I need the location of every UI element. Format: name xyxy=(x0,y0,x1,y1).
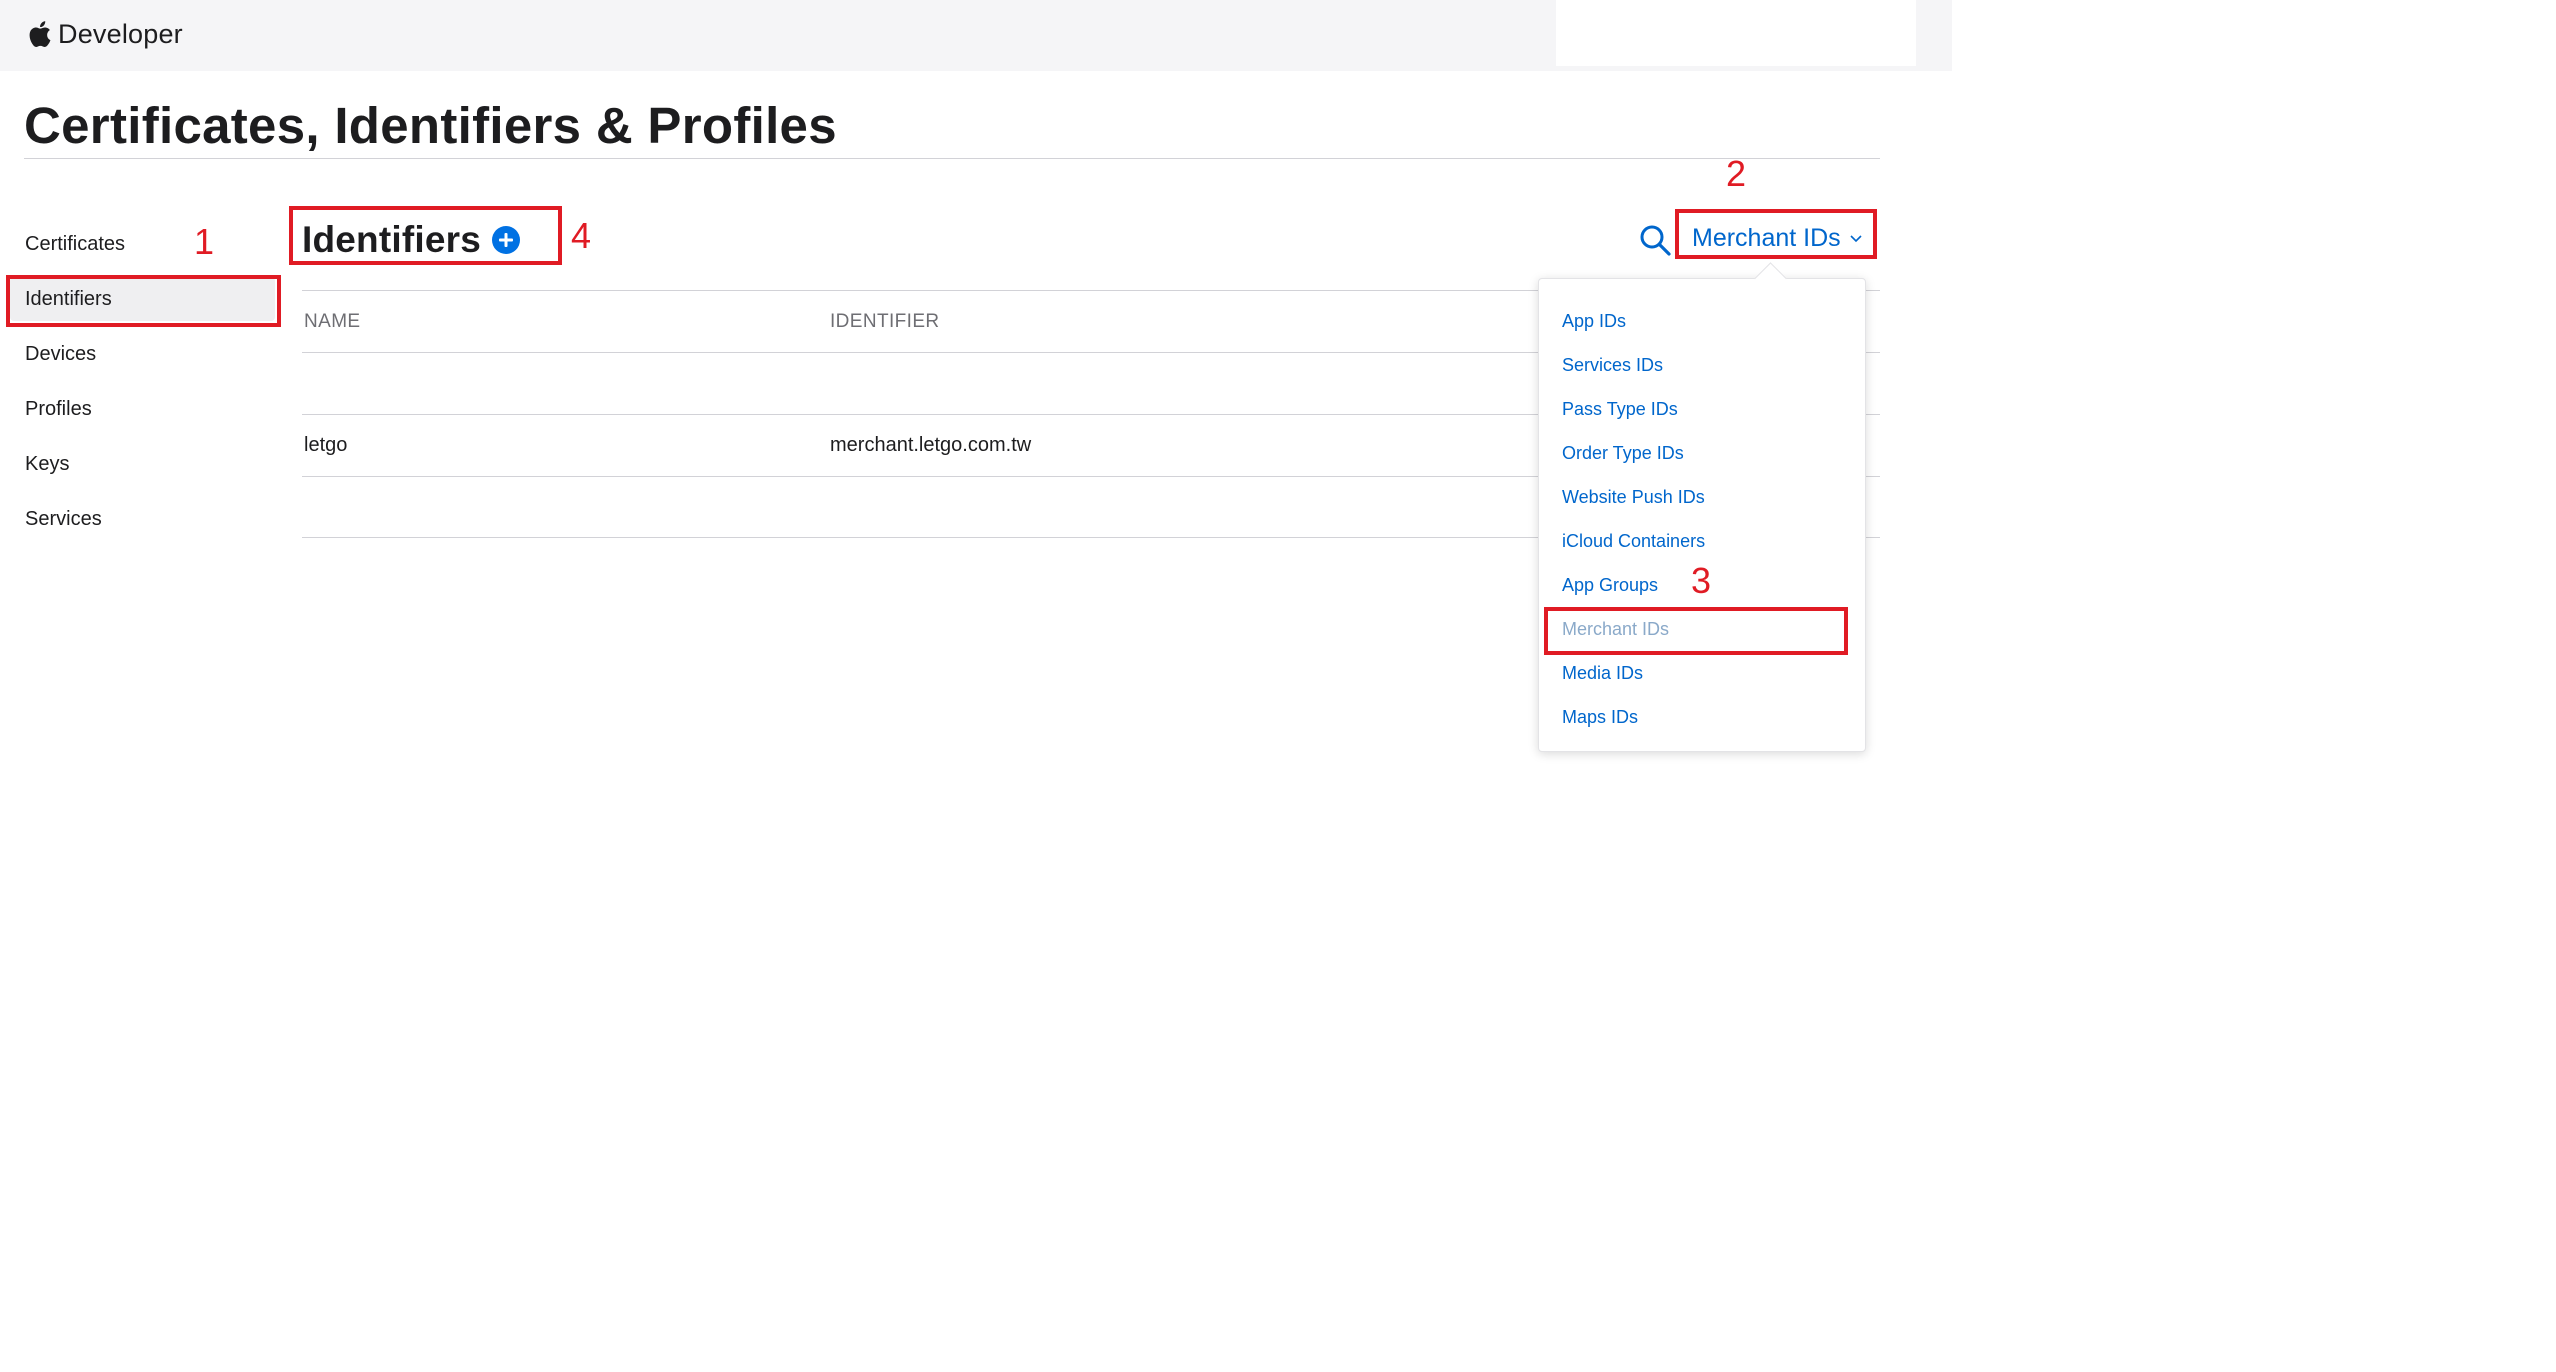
identifier-type-dropdown: App IDs Services IDs Pass Type IDs Order… xyxy=(1538,278,1866,752)
sidebar-item-profiles[interactable]: Profiles xyxy=(10,387,275,431)
screenshot-stage: Developer Certificates, Identifiers & Pr… xyxy=(0,0,2556,1372)
developer-portal-page: Developer Certificates, Identifiers & Pr… xyxy=(0,0,1952,1372)
sidebar-item-keys[interactable]: Keys xyxy=(10,442,275,486)
section-title: Identifiers xyxy=(302,219,482,260)
row-name: letgo xyxy=(304,434,348,456)
dropdown-item-order-type-ids[interactable]: Order Type IDs xyxy=(1539,431,1865,475)
plus-circle-icon[interactable] xyxy=(491,225,521,255)
sidebar-nav: Certificates Identifiers Devices Profile… xyxy=(10,222,275,552)
chevron-down-icon xyxy=(1850,235,1862,243)
sidebar-item-devices[interactable]: Devices xyxy=(10,332,275,376)
title-divider xyxy=(24,158,1880,159)
dropdown-item-merchant-ids[interactable]: Merchant IDs xyxy=(1539,607,1865,651)
brand-name: Developer xyxy=(58,18,183,49)
sidebar-item-certificates[interactable]: Certificates xyxy=(10,222,275,266)
developer-home-link[interactable]: Developer xyxy=(26,14,183,54)
search-icon[interactable] xyxy=(1638,223,1672,257)
dropdown-item-app-ids[interactable]: App IDs xyxy=(1539,299,1865,343)
dropdown-item-website-push-ids[interactable]: Website Push IDs xyxy=(1539,475,1865,519)
annotation-number-1: 1 xyxy=(194,221,215,262)
section-header: Identifiers xyxy=(302,212,521,268)
annotation-number-3: 3 xyxy=(1691,560,1712,601)
dropdown-item-icloud-containers[interactable]: iCloud Containers xyxy=(1539,519,1865,563)
dropdown-item-services-ids[interactable]: Services IDs xyxy=(1539,343,1865,387)
column-header-name[interactable]: NAME xyxy=(304,311,361,333)
dropdown-item-pass-type-ids[interactable]: Pass Type IDs xyxy=(1539,387,1865,431)
identifier-type-filter-button[interactable]: Merchant IDs xyxy=(1692,218,1863,258)
global-nav: Developer xyxy=(0,0,1952,71)
page-title: Certificates, Identifiers & Profiles xyxy=(24,97,837,154)
filter-selected-label: Merchant IDs xyxy=(1692,223,1841,252)
row-identifier: merchant.letgo.com.tw xyxy=(830,434,1032,456)
sidebar-item-services[interactable]: Services xyxy=(10,497,275,541)
sidebar-item-identifiers[interactable]: Identifiers xyxy=(10,277,275,321)
column-header-identifier[interactable]: IDENTIFIER xyxy=(830,311,940,333)
nav-blank-area xyxy=(1556,0,1916,66)
dropdown-item-media-ids[interactable]: Media IDs xyxy=(1539,651,1865,695)
dropdown-item-maps-ids[interactable]: Maps IDs xyxy=(1539,695,1865,739)
annotation-number-4: 4 xyxy=(571,215,592,256)
apple-logo-icon xyxy=(29,21,51,47)
annotation-number-2: 2 xyxy=(1726,153,1747,194)
